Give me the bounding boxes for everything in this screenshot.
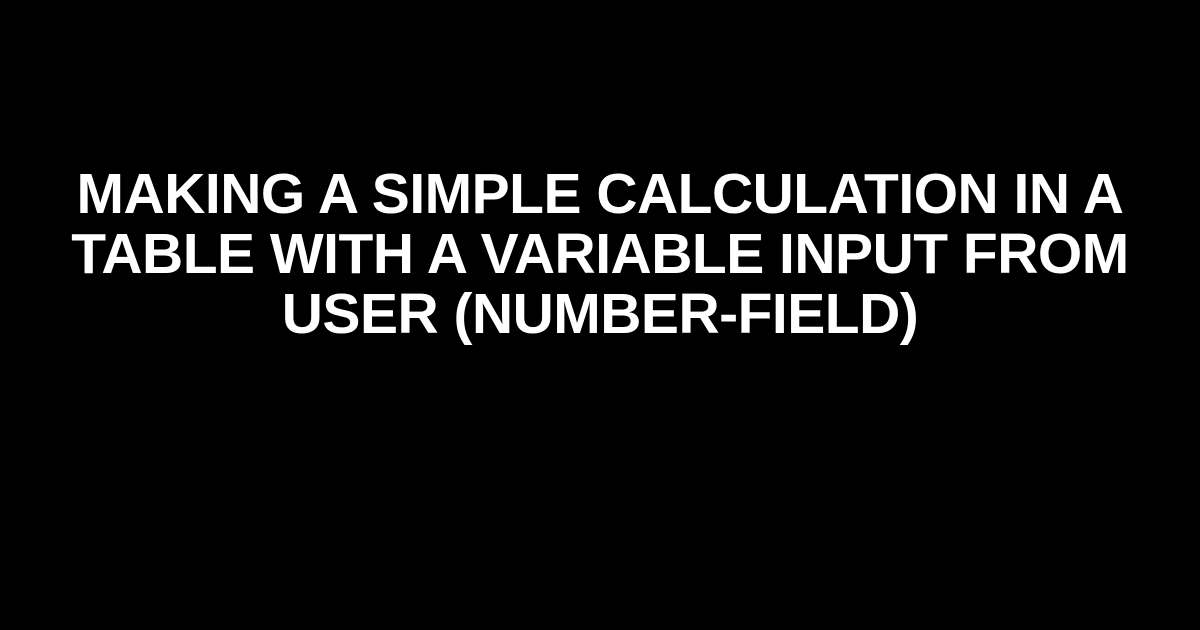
page-title: Making a Simple Calculation in a Table w… [50,165,1150,345]
